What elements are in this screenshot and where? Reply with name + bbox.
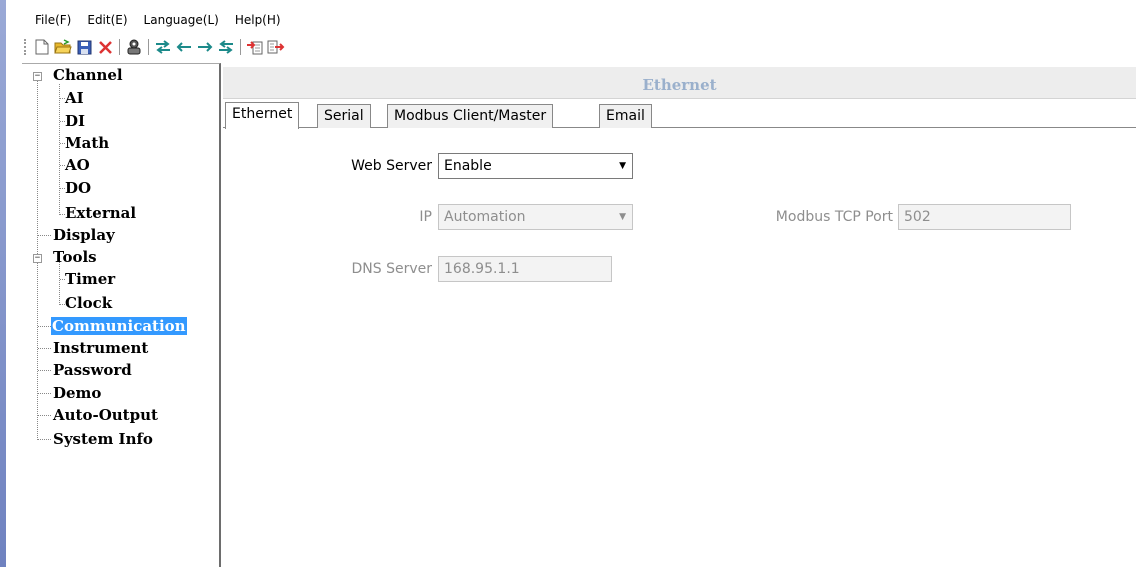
tree-item-auto-output[interactable]: Auto-Output — [52, 404, 159, 426]
content-panel: Ethernet Ethernet Serial Modbus Client/M… — [223, 63, 1136, 567]
menu-language[interactable]: Language(L) — [144, 13, 219, 27]
connect-icon[interactable] — [125, 38, 143, 56]
window-accent-strip — [0, 0, 6, 567]
tab-bar: Ethernet Serial Modbus Client/Master Ema… — [223, 102, 1136, 129]
transfer-both-icon[interactable] — [154, 38, 172, 56]
web-server-label: Web Server — [351, 158, 432, 174]
menu-help[interactable]: Help(H) — [235, 13, 281, 27]
tree-item-label: Channel — [53, 66, 123, 84]
tree-item-label: AO — [65, 156, 90, 174]
ip-mode-value: Automation — [444, 209, 526, 225]
tree-item-timer[interactable]: Timer — [64, 268, 116, 290]
tree-item-label: Math — [65, 134, 110, 152]
arrow-right-icon[interactable] — [196, 38, 214, 56]
ip-mode-select[interactable]: Automation ▼ — [438, 204, 633, 230]
chevron-down-icon: ▼ — [619, 161, 626, 171]
toolbar — [22, 37, 288, 57]
tree-item-instrument[interactable]: Instrument — [52, 337, 149, 359]
tree-item-label: Password — [53, 361, 132, 379]
collapse-tools-icon[interactable]: − — [33, 254, 42, 263]
web-server-value: Enable — [444, 158, 492, 174]
tree-item-label: Auto-Output — [53, 406, 158, 424]
transfer-all-icon[interactable] — [217, 38, 235, 56]
tree-item-label: DI — [65, 112, 86, 130]
tree-connector — [59, 262, 60, 305]
delete-icon[interactable] — [96, 38, 114, 56]
chevron-down-icon: ▼ — [619, 212, 626, 222]
menu-bar: File(F) Edit(E) Language(L) Help(H) — [22, 10, 297, 30]
tree-item-label: Communication — [51, 317, 187, 335]
settings-tree-panel: − Channel AI DI Math AO DO External Disp… — [22, 63, 221, 567]
open-folder-icon[interactable] — [54, 38, 72, 56]
tree-item-label: External — [65, 204, 137, 222]
tree-item-label: DO — [65, 179, 92, 197]
page-title: Ethernet — [223, 67, 1136, 99]
tree-item-tools[interactable]: Tools — [52, 246, 98, 268]
toolbar-grip[interactable] — [24, 39, 27, 55]
toolbar-separator — [240, 39, 241, 55]
dns-server-label: DNS Server — [351, 261, 433, 277]
tab-ethernet[interactable]: Ethernet — [225, 102, 300, 129]
tab-serial[interactable]: Serial — [317, 104, 371, 128]
tree-item-label: AI — [65, 89, 84, 107]
tree-item-channel[interactable]: Channel — [52, 64, 124, 86]
arrow-left-icon[interactable] — [175, 38, 193, 56]
tree-item-di[interactable]: DI — [64, 110, 86, 132]
tab-modbus-client-master[interactable]: Modbus Client/Master — [387, 104, 554, 128]
modbus-tcp-port-label: Modbus TCP Port — [775, 209, 893, 225]
tree-item-label: Instrument — [53, 339, 149, 357]
collapse-channel-icon[interactable]: − — [33, 72, 42, 81]
tree-connector — [59, 84, 60, 215]
dns-server-field[interactable]: 168.95.1.1 — [438, 256, 612, 282]
tree-item-ao[interactable]: AO — [64, 154, 91, 176]
menu-file[interactable]: File(F) — [35, 13, 71, 27]
save-icon[interactable] — [75, 38, 93, 56]
tree-item-external[interactable]: External — [64, 202, 137, 224]
web-server-select[interactable]: Enable ▼ — [438, 153, 633, 179]
tree-item-communication[interactable]: Communication — [51, 315, 187, 337]
ip-label: IP — [419, 209, 432, 225]
tree-item-system-info[interactable]: System Info — [52, 428, 154, 450]
tree-item-label: Display — [53, 226, 115, 244]
modbus-tcp-port-field[interactable]: 502 — [898, 204, 1071, 230]
tree-item-demo[interactable]: Demo — [52, 382, 102, 404]
tree-item-label: Clock — [65, 294, 113, 312]
toolbar-separator — [148, 39, 149, 55]
tree-item-display[interactable]: Display — [52, 224, 116, 246]
tab-email[interactable]: Email — [599, 104, 652, 128]
tree-item-label: Timer — [65, 270, 116, 288]
tree-item-label: Tools — [53, 248, 97, 266]
export-icon[interactable] — [267, 38, 285, 56]
import-icon[interactable] — [246, 38, 264, 56]
tree-item-label: System Info — [53, 430, 153, 448]
tree-item-math[interactable]: Math — [64, 132, 110, 154]
tree-item-ai[interactable]: AI — [64, 87, 85, 109]
tree-item-password[interactable]: Password — [52, 359, 133, 381]
new-file-icon[interactable] — [33, 38, 51, 56]
tree-item-label: Demo — [53, 384, 102, 402]
tree-item-do[interactable]: DO — [64, 177, 92, 199]
tree-item-clock[interactable]: Clock — [64, 292, 113, 314]
toolbar-separator — [119, 39, 120, 55]
menu-edit[interactable]: Edit(E) — [87, 13, 127, 27]
